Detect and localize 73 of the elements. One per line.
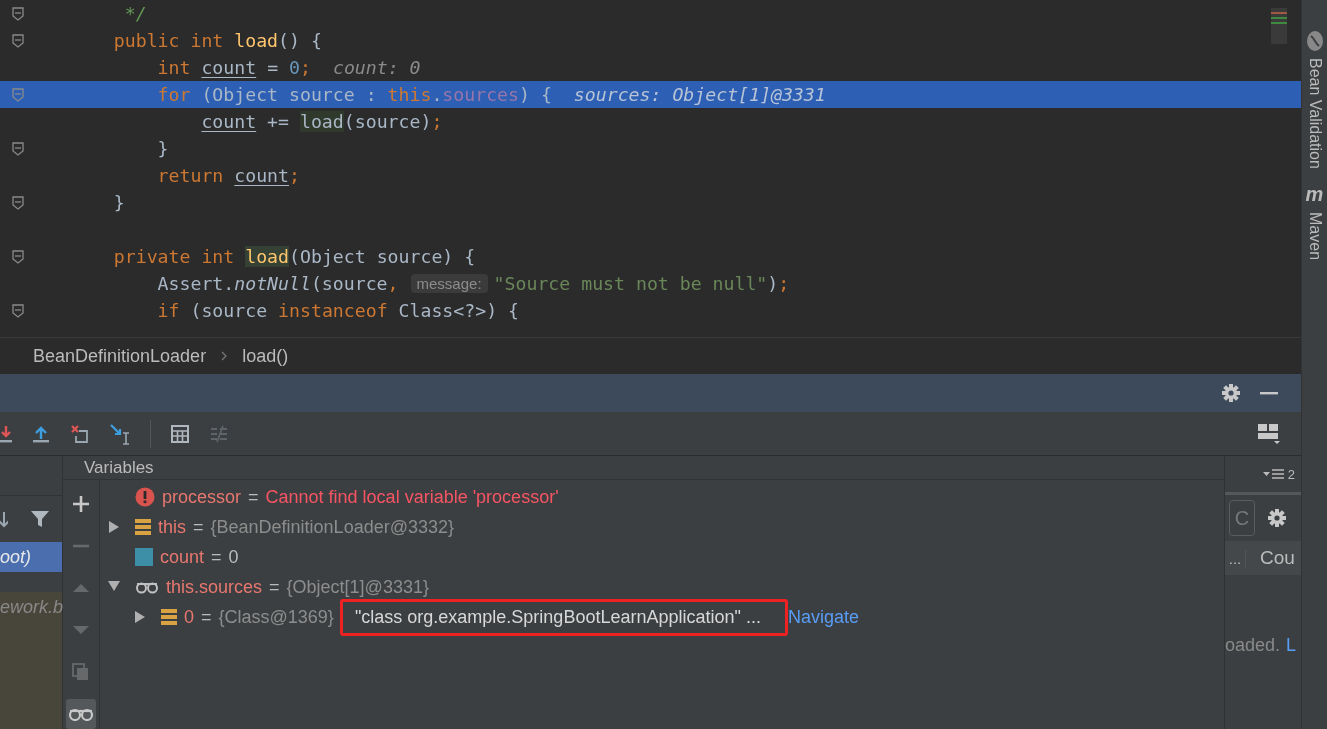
equals-sign: = [248,486,259,508]
inline-value-hint: count: 0 [332,57,421,78]
variable-name: processor [162,486,242,508]
object-reference: {Class@1369} [218,606,334,628]
down-arrow-icon[interactable] [0,509,8,529]
code-text: count += load(source); [200,111,443,132]
expand-arrow-icon[interactable] [107,520,120,534]
parameter-hint: message: [410,274,488,293]
fold-marker-icon[interactable] [12,6,24,21]
variable-name: this.sources [166,576,263,598]
filter-icon[interactable] [30,509,50,529]
object-reference: {Object[1]@3331} [286,576,429,598]
equals-sign: = [193,516,204,538]
code-text: } [156,138,169,159]
chevron-icon [220,350,229,362]
highlighted-string-value: "class org.example.SpringBootLearnApplication" ... [339,598,788,636]
fold-marker-icon[interactable] [12,33,24,48]
code-text: if (source instanceof Class<?>) { [156,300,519,321]
breadcrumb-item[interactable]: load() [242,345,289,367]
copy-icon [72,663,90,681]
minus-icon [72,544,90,548]
variable-name: count [160,546,205,568]
tool-window-tab[interactable]: Maven [1305,211,1324,260]
stack-frame-item[interactable]: oot) [0,542,62,572]
expand-arrow-icon[interactable] [133,610,146,624]
code-text: "Source must not be null"); [493,273,790,294]
variable-name: this [158,516,186,538]
drop-frame-icon[interactable] [70,423,90,444]
status-message: oaded. [1225,635,1281,656]
fold-marker-icon[interactable] [12,195,24,210]
run-to-cursor-icon[interactable] [109,422,131,445]
layout-icon[interactable] [1257,421,1281,446]
code-text: */ [123,3,147,24]
thread-count: 2 [1287,466,1295,482]
glasses-icon [68,707,94,721]
code-text: Assert.notNull(source, [156,273,399,294]
plus-icon [72,495,90,513]
watches-toggle-button[interactable] [66,699,96,729]
column-header[interactable]: Cou [1246,547,1295,569]
fold-marker-icon[interactable] [12,249,24,264]
code-text: private int load(Object source) { [112,246,476,267]
error-message: Cannot find local variable 'processor' [265,486,559,508]
tool-window-tab[interactable]: Bean Validation [1305,58,1324,169]
variable-value: 0 [228,546,239,568]
code-text: int count = 0; [156,57,311,78]
calculator-icon[interactable] [170,423,190,444]
stack-frame-item[interactable]: ework.b [0,592,62,622]
inline-value-hint: sources: Object[1]@3331 [573,84,826,105]
column-header[interactable]: ... [1225,549,1246,567]
code-text: for (Object source : this.sources) { [156,84,552,105]
fold-marker-icon[interactable] [12,87,24,102]
threads-dropdown[interactable]: 2 [1262,466,1295,482]
collapse-arrow-icon[interactable] [106,580,121,592]
equals-sign: = [201,606,212,628]
settings-icon[interactable] [1267,508,1287,528]
error-stripe-marks [1271,8,1287,44]
fold-marker-icon[interactable] [12,303,24,318]
settings-icon[interactable] [1221,383,1241,403]
code-text: return count; [156,165,300,186]
object-reference: {BeanDefinitionLoader@3332} [210,516,454,538]
navigate-link[interactable]: Navigate [787,606,859,628]
fold-marker-icon[interactable] [12,141,24,156]
breadcrumb-item[interactable]: BeanDefinitionLoader [33,345,207,367]
equals-sign: = [269,576,280,598]
letter-icon: m [1305,182,1324,206]
panel-title: Variables [84,457,154,478]
code-text: } [112,192,125,213]
code-text: public int load() { [112,30,322,51]
status-link[interactable]: L [1286,635,1297,656]
variable-name: 0 [184,606,194,628]
list-icon [1262,468,1285,480]
step-into-icon[interactable] [0,423,12,444]
equals-sign: = [211,546,222,568]
